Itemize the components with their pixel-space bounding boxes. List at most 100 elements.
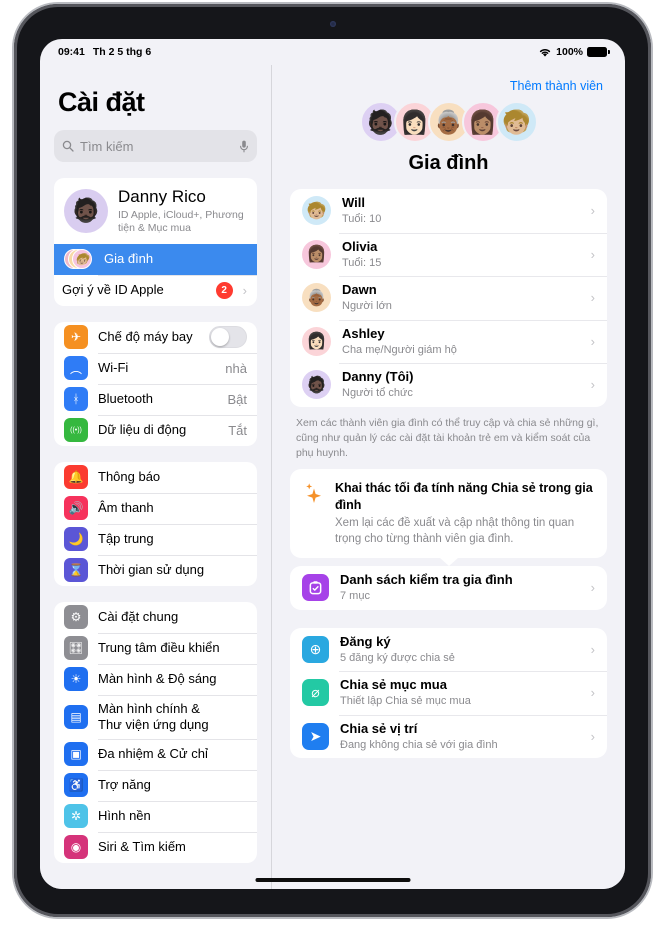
search-icon xyxy=(62,140,74,152)
member-role: Tuổi: 10 xyxy=(342,213,382,226)
sidebar-item-label: Trung tâm điều khiển xyxy=(98,640,220,656)
airplane-icon: ✈ xyxy=(64,325,88,350)
chevron-right-icon: › xyxy=(590,685,595,701)
hourglass-icon: ⌛ xyxy=(64,558,88,583)
moon-icon: 🌙 xyxy=(64,527,88,552)
sidebar-item-th-ng-b-o[interactable]: 🔔 Thông báo xyxy=(54,462,257,493)
member-name: Danny (Tôi) xyxy=(342,369,414,385)
sidebar-item-m-n-h-nh-s-ng[interactable]: ☀ Màn hình & Độ sáng xyxy=(54,663,257,695)
account-subtitle: ID Apple, iCloud+, Phương tiện & Mục mua xyxy=(118,208,244,234)
sidebar-item-m-n-h-nh-ch-nh-th-vi-n-ng-d-ng[interactable]: ▤ Màn hình chính & Thư viện ứng dụng xyxy=(54,694,257,739)
family-services-list[interactable]: ⊕ Đăng ký 5 đăng ký được chia sẻ › ⌀ Chia sẻ … xyxy=(290,627,607,759)
chevron-right-icon: › xyxy=(590,728,595,744)
list-item[interactable]: Danh sách kiểm tra gia đình 7 mục › xyxy=(290,566,607,610)
account-row[interactable]: 🧔🏿 Danny Rico ID Apple, iCloud+, Phương … xyxy=(54,178,257,244)
sidebar-item-d-li-u-di-ng[interactable]: ((•)) Dữ liệu di động Tắt xyxy=(54,414,257,446)
sidebar-item-family[interactable]: 🧒🏼 Gia đình xyxy=(54,243,257,275)
sidebar-item-trung-t-m-i-u-khi-n[interactable]: 🎛 Trung tâm điều khiển xyxy=(54,632,257,664)
member-role: Cha mẹ/Người giám hộ xyxy=(342,343,457,356)
family-hero: 🧔🏿 👩🏻 👵🏾 👩🏽 🧒🏼 Gia đình xyxy=(290,101,607,175)
status-badge: 2 xyxy=(215,281,233,299)
chevron-right-icon: › xyxy=(590,290,595,306)
sidebar-item-label: Chế độ máy bay xyxy=(98,329,193,345)
sidebar-item-c-i-t-chung[interactable]: ⚙ Cài đặt chung xyxy=(54,602,257,633)
status-bar: 09:41 Th 2 5 thg 6 100% xyxy=(40,39,625,65)
multitasking-icon: ▣ xyxy=(64,742,88,767)
list-item-title: Danh sách kiểm tra gia đình xyxy=(340,572,513,588)
sidebar-group-1: 🔔 Thông báo 🔊 Âm thanh 🌙 Tập trung ⌛ Thời gian … xyxy=(54,461,257,586)
sidebar-item-siri-t-m-ki-m[interactable]: ◉ Siri & Tìm kiếm xyxy=(54,831,257,863)
list-item-subtitle: Đang không chia sẻ với gia đình xyxy=(340,738,498,751)
microphone-icon[interactable] xyxy=(239,140,249,153)
search-input[interactable]: Tìm kiếm xyxy=(54,130,257,162)
sidebar-item-label: Bluetooth xyxy=(98,391,153,407)
member-name: Olivia xyxy=(342,238,378,254)
sidebar-item-t-p-trung[interactable]: 🌙 Tập trung xyxy=(54,523,257,555)
avatar: 🧒🏼 xyxy=(302,196,331,226)
sidebar-item-bluetooth[interactable]: ᚼ Bluetooth Bật xyxy=(54,383,257,415)
status-time: 09:41 xyxy=(58,46,85,58)
family-avatar-group: 🧔🏿 👩🏻 👵🏾 👩🏽 🧒🏼 xyxy=(290,101,607,143)
list-item[interactable]: ⊕ Đăng ký 5 đăng ký được chia sẻ › xyxy=(290,628,607,672)
airplane-mode-toggle[interactable] xyxy=(209,326,247,349)
sidebar-item-tr-n-ng[interactable]: ♿ Trợ năng xyxy=(54,769,257,801)
list-item-title: Chia sẻ mục mua xyxy=(340,677,447,693)
home-indicator xyxy=(255,878,410,882)
cellular-icon: ((•)) xyxy=(64,418,88,443)
page-title: Cài đặt xyxy=(58,87,145,117)
home-screen-icon: ▤ xyxy=(64,704,88,729)
sidebar-item-label: Tập trung xyxy=(98,531,154,547)
sidebar-item-th-i-gian-s-d-ng[interactable]: ⌛ Thời gian sử dụng xyxy=(54,554,257,586)
family-detail-pane: Thêm thành viên 🧔🏿 👩🏻 👵🏾 👩🏽 🧒🏼 Gia đình 🧒🏼 Wi… xyxy=(272,65,625,889)
member-role: Tuổi: 15 xyxy=(342,256,382,269)
family-sharing-promo-card[interactable]: Khai thác tối đa tính năng Chia sẻ trong… xyxy=(290,469,607,559)
sidebar-group-0: ✈ Chế độ máy bay ︵ Wi-Fi nhà ᚼ Bluetooth Bật ((•… xyxy=(54,321,257,446)
list-item[interactable]: ➤ Chia sẻ vị trí Đang không chia sẻ với gi… xyxy=(290,714,607,759)
wifi-icon xyxy=(539,48,551,57)
accessibility-icon: ♿ xyxy=(64,773,88,798)
promo-subtitle: Xem lại các đề xuất và cập nhật thông ti… xyxy=(335,516,575,545)
ipad-screen: 09:41 Th 2 5 thg 6 100% Cài đặt Tìm kiếm… xyxy=(40,39,625,889)
chevron-right-icon: › xyxy=(242,282,247,298)
wallpaper-icon: ✲ xyxy=(64,804,88,829)
list-item[interactable]: ⌀ Chia sẻ mục mua Thiết lập Chia sẻ mục mu… xyxy=(290,671,607,715)
chevron-right-icon: › xyxy=(590,333,595,349)
family-checklist-card[interactable]: Danh sách kiểm tra gia đình 7 mục › xyxy=(290,566,607,610)
sidebar-item-label: Âm thanh xyxy=(98,500,154,516)
table-row[interactable]: 🧒🏼 Will Tuổi: 10 › xyxy=(290,189,607,233)
table-row[interactable]: 🧔🏿 Danny (Tôi) Người tổ chức › xyxy=(290,363,607,407)
sidebar-item-label: Thông báo xyxy=(98,469,161,485)
bluetooth-icon: ᚼ xyxy=(64,387,88,412)
sidebar-group-2: ⚙ Cài đặt chung 🎛 Trung tâm điều khiển ☀ Màn … xyxy=(54,601,257,863)
table-row[interactable]: 👵🏾 Dawn Người lớn › xyxy=(290,276,607,320)
bell-icon: 🔔 xyxy=(64,465,88,490)
sidebar-item-h-nh-n-n[interactable]: ✲ Hình nền xyxy=(54,800,257,832)
subscriptions-icon: ⊕ xyxy=(302,635,329,663)
family-members-list[interactable]: 🧒🏼 Will Tuổi: 10 › 👩🏽 Olivia Tuổi: 15 › 👵🏾 Dawn Ng… xyxy=(290,189,607,407)
sidebar-item-label: Siri & Tìm kiếm xyxy=(98,839,186,855)
chevron-right-icon: › xyxy=(590,246,595,262)
member-name: Dawn xyxy=(342,282,377,298)
table-row[interactable]: 👩🏻 Ashley Cha mẹ/Người giám hộ › xyxy=(290,319,607,364)
list-item-title: Chia sẻ vị trí xyxy=(340,720,418,736)
location-sharing-icon: ➤ xyxy=(302,722,329,750)
add-member-link[interactable]: Thêm thành viên xyxy=(290,65,607,93)
avatar: 👩🏻 xyxy=(302,326,331,356)
family-title: Gia đình xyxy=(408,152,489,174)
sidebar-item-apple-id-suggestions[interactable]: Gợi ý về ID Apple 2 › xyxy=(54,274,257,306)
account-name: Danny Rico xyxy=(118,187,206,206)
checklist-icon xyxy=(302,574,329,602)
ipad-device-frame: 09:41 Th 2 5 thg 6 100% Cài đặt Tìm kiếm… xyxy=(14,4,651,917)
account-card[interactable]: 🧔🏿 Danny Rico ID Apple, iCloud+, Phương … xyxy=(54,178,257,306)
sidebar-item-ch-m-y-bay[interactable]: ✈ Chế độ máy bay xyxy=(54,322,257,353)
settings-sidebar[interactable]: Cài đặt Tìm kiếm 🧔🏿 Danny Rico ID Apple,… xyxy=(40,65,272,889)
sidebar-item-a-nhi-m-c-ch[interactable]: ▣ Đa nhiệm & Cử chỉ xyxy=(54,738,257,770)
sidebar-item-label: Dữ liệu di động xyxy=(98,422,187,438)
sidebar-item-m-thanh[interactable]: 🔊 Âm thanh xyxy=(54,492,257,524)
promo-callout-arrow xyxy=(439,558,458,567)
sidebar-item-wi-fi[interactable]: ︵ Wi-Fi nhà xyxy=(54,352,257,384)
member-name: Ashley xyxy=(342,325,385,341)
sidebar-item-label: Màn hình chính & Thư viện ứng dụng xyxy=(98,700,209,732)
table-row[interactable]: 👩🏽 Olivia Tuổi: 15 › xyxy=(290,232,607,277)
list-item-title: Đăng ký xyxy=(340,633,391,649)
